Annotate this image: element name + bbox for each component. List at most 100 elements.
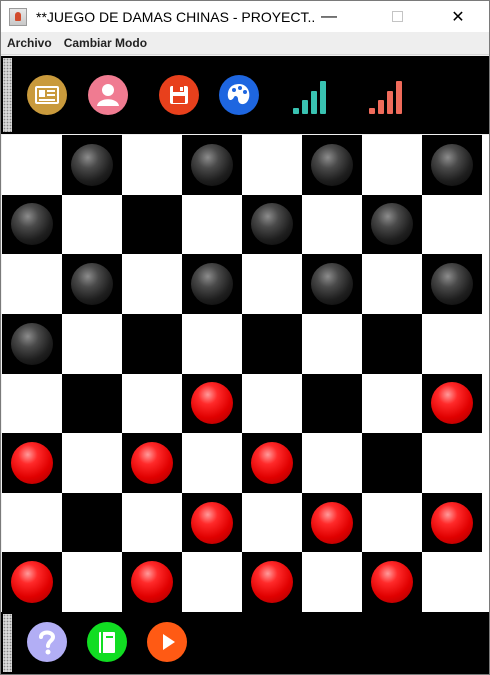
black-piece[interactable] — [311, 263, 353, 306]
board-square[interactable] — [242, 135, 302, 195]
board-square[interactable] — [62, 313, 122, 374]
user-profile-button[interactable] — [88, 75, 128, 115]
red-piece[interactable] — [131, 561, 173, 604]
board-square[interactable] — [2, 552, 62, 612]
board-square[interactable] — [362, 313, 422, 374]
palette-button[interactable] — [219, 75, 259, 115]
board-square[interactable] — [62, 135, 122, 195]
board-square[interactable] — [2, 492, 62, 553]
board-square[interactable] — [182, 492, 242, 553]
board-square[interactable] — [362, 373, 422, 434]
board-square[interactable] — [422, 552, 482, 612]
board-square[interactable] — [62, 194, 122, 255]
board-square[interactable] — [182, 135, 242, 195]
board-square[interactable] — [62, 373, 122, 434]
board-square[interactable] — [302, 254, 362, 314]
board-square[interactable] — [422, 433, 482, 493]
black-piece[interactable] — [191, 143, 233, 186]
board-square[interactable] — [422, 254, 482, 314]
board-square[interactable] — [122, 313, 182, 374]
black-piece[interactable] — [251, 203, 293, 246]
black-piece[interactable] — [431, 143, 473, 186]
board-square[interactable] — [2, 254, 62, 314]
board-square[interactable] — [422, 135, 482, 195]
board-square[interactable] — [182, 313, 242, 374]
red-piece[interactable] — [191, 501, 233, 544]
board-square[interactable] — [302, 373, 362, 434]
board-square[interactable] — [362, 492, 422, 553]
board-square[interactable] — [422, 313, 482, 374]
board-square[interactable] — [122, 373, 182, 434]
board-square[interactable] — [2, 313, 62, 374]
board-square[interactable] — [2, 194, 62, 255]
red-piece[interactable] — [311, 501, 353, 544]
red-piece[interactable] — [11, 561, 53, 604]
instructions-button[interactable] — [87, 622, 127, 662]
toolbar-grip[interactable] — [3, 58, 12, 132]
board-square[interactable] — [242, 313, 302, 374]
board-square[interactable] — [362, 552, 422, 612]
board-square[interactable] — [122, 254, 182, 314]
board-square[interactable] — [422, 373, 482, 434]
black-piece[interactable] — [11, 203, 53, 246]
black-piece[interactable] — [371, 203, 413, 246]
board-square[interactable] — [362, 194, 422, 255]
black-piece[interactable] — [431, 263, 473, 306]
board-square[interactable] — [2, 373, 62, 434]
board-square[interactable] — [242, 194, 302, 255]
save-button[interactable] — [159, 75, 199, 115]
board-square[interactable] — [242, 254, 302, 314]
red-piece[interactable] — [251, 441, 293, 484]
board-square[interactable] — [362, 254, 422, 314]
board-square[interactable] — [122, 433, 182, 493]
board-square[interactable] — [62, 492, 122, 553]
board-square[interactable] — [122, 135, 182, 195]
board-square[interactable] — [182, 373, 242, 434]
help-button[interactable] — [27, 622, 67, 662]
black-piece[interactable] — [71, 143, 113, 186]
board-square[interactable] — [302, 135, 362, 195]
black-piece[interactable] — [311, 143, 353, 186]
board-square[interactable] — [182, 254, 242, 314]
red-piece[interactable] — [251, 561, 293, 604]
board-square[interactable] — [62, 552, 122, 612]
minimize-button[interactable]: — — [306, 1, 352, 32]
board-square[interactable] — [242, 492, 302, 553]
board-square[interactable] — [302, 194, 362, 255]
board-square[interactable] — [302, 492, 362, 553]
board-square[interactable] — [122, 492, 182, 553]
black-piece[interactable] — [71, 263, 113, 306]
close-button[interactable]: ✕ — [435, 1, 481, 32]
board-square[interactable] — [2, 433, 62, 493]
menu-cambiar-modo[interactable]: Cambiar Modo — [64, 36, 147, 50]
board-square[interactable] — [182, 194, 242, 255]
board-square[interactable] — [362, 135, 422, 195]
menu-archivo[interactable]: Archivo — [7, 36, 52, 50]
board-square[interactable] — [302, 433, 362, 493]
stats-red-button[interactable] — [366, 77, 406, 117]
black-piece[interactable] — [191, 263, 233, 306]
board-square[interactable] — [62, 433, 122, 493]
red-piece[interactable] — [191, 382, 233, 425]
board-square[interactable] — [302, 313, 362, 374]
board-square[interactable] — [242, 373, 302, 434]
toolbar-grip[interactable] — [3, 614, 12, 672]
board-square[interactable] — [422, 492, 482, 553]
board-square[interactable] — [242, 433, 302, 493]
board-square[interactable] — [362, 433, 422, 493]
maximize-button[interactable] — [374, 1, 420, 32]
board-square[interactable] — [242, 552, 302, 612]
board-square[interactable] — [122, 552, 182, 612]
red-piece[interactable] — [131, 441, 173, 484]
red-piece[interactable] — [431, 501, 473, 544]
red-piece[interactable] — [371, 561, 413, 604]
board-square[interactable] — [182, 433, 242, 493]
board-square[interactable] — [422, 194, 482, 255]
board-square[interactable] — [182, 552, 242, 612]
red-piece[interactable] — [11, 441, 53, 484]
board-square[interactable] — [302, 552, 362, 612]
profile-card-button[interactable] — [27, 75, 67, 115]
board-square[interactable] — [62, 254, 122, 314]
red-piece[interactable] — [431, 382, 473, 425]
black-piece[interactable] — [11, 322, 53, 365]
